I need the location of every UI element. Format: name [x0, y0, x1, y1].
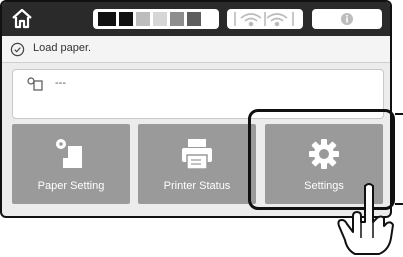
status-message: Load paper.	[33, 42, 92, 54]
home-button[interactable]	[10, 7, 34, 31]
ink-bar	[187, 12, 201, 26]
info-icon	[341, 13, 353, 25]
paper-setting-label: Paper Setting	[37, 180, 105, 192]
ink-bar	[170, 12, 184, 26]
ink-levels-button[interactable]	[93, 9, 219, 29]
paper-info-value: ---	[55, 77, 66, 89]
paper-roll-icon	[27, 77, 43, 91]
top-bar	[2, 2, 390, 36]
network-status-button[interactable]	[227, 9, 303, 29]
callout-leader-line	[395, 203, 403, 205]
wifi-icon	[234, 12, 294, 27]
ink-bar	[119, 12, 133, 26]
paper-setting-tile[interactable]: Paper Setting	[12, 124, 130, 204]
printer-status-label: Printer Status	[163, 180, 231, 192]
ink-bar	[136, 12, 150, 26]
hand-pointer-icon	[337, 183, 394, 255]
callout-leader-line	[395, 113, 403, 115]
check-circle-icon	[10, 42, 25, 57]
ink-bar	[153, 12, 167, 26]
paper-setting-icon	[56, 139, 82, 168]
home-icon	[12, 8, 32, 29]
info-button[interactable]	[312, 9, 382, 29]
printer-icon	[182, 139, 212, 170]
ink-bar	[98, 12, 116, 26]
printer-status-tile[interactable]: Printer Status	[138, 124, 256, 204]
status-message-row[interactable]: Load paper.	[2, 36, 390, 63]
